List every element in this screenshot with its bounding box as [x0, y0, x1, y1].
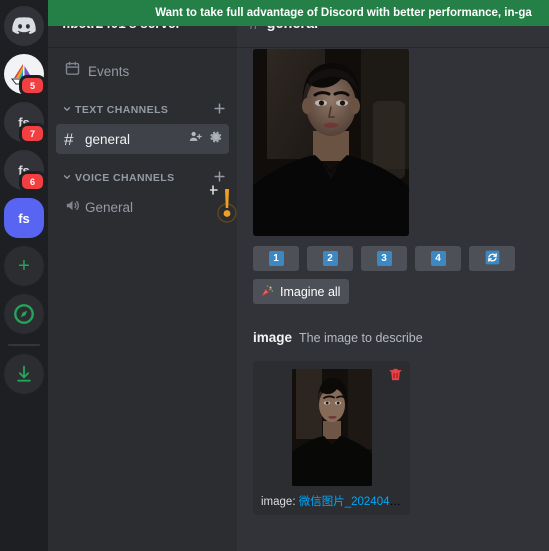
category-voice-channels[interactable]: VOICE CHANNELS [48, 155, 237, 191]
category-left: VOICE CHANNELS [62, 172, 175, 184]
discord-window: 5 fs 7 fs 6 fs + Events TEXT CHANNELS # … [0, 0, 549, 551]
download-icon[interactable] [4, 354, 44, 394]
generated-image[interactable] [253, 49, 409, 236]
channel-list: Events TEXT CHANNELS # general VOICE CHA… [48, 47, 237, 551]
message-list: 1 2 3 4 Imagine all image The image to d… [237, 47, 549, 551]
plus-glyph [214, 171, 225, 182]
number-one-emoji: 1 [268, 251, 284, 266]
person-add-glyph [189, 131, 202, 141]
command-option-description: The image to describe [299, 331, 423, 345]
refresh-icon [485, 250, 500, 267]
category-label: VOICE CHANNELS [75, 172, 175, 184]
variation-button-3[interactable]: 3 [361, 246, 407, 271]
channel-name: general [85, 131, 131, 147]
gear-glyph [210, 131, 222, 142]
party-popper-glyph [261, 284, 274, 296]
discord-logo-glyph [12, 17, 36, 35]
server-rail: 5 fs 7 fs 6 fs + [0, 0, 48, 551]
number-three-emoji: 3 [376, 251, 392, 266]
explore-servers-button[interactable] [4, 294, 44, 334]
number-two-emoji: 2 [322, 251, 338, 266]
plus-glyph [214, 103, 225, 114]
server-icon-fs-2[interactable]: fs 6 [4, 150, 46, 192]
category-label: TEXT CHANNELS [75, 104, 169, 116]
hash-icon: # [64, 129, 74, 149]
compass-glyph [14, 304, 34, 324]
server-icon-discord-home[interactable] [4, 6, 44, 46]
speaker-glyph [66, 200, 79, 211]
category-left: TEXT CHANNELS [62, 104, 168, 116]
invite-members-icon[interactable] [188, 129, 203, 149]
variation-button-1[interactable]: 1 [253, 246, 299, 271]
variation-button-2[interactable]: 2 [307, 246, 353, 271]
compass-icon[interactable] [4, 294, 44, 334]
imagine-all-label: Imagine all [280, 284, 341, 299]
sidebar-item-events[interactable]: Events [56, 56, 229, 86]
number-four-emoji: 4 [430, 251, 446, 266]
plus-icon[interactable]: + [4, 246, 44, 286]
chevron-down-icon [62, 104, 72, 116]
download-app-banner[interactable]: Want to take full advantage of Discord w… [48, 0, 549, 26]
calendar-glyph [65, 61, 80, 75]
command-option-row: image The image to describe [237, 326, 533, 349]
main-chat-area: # general [237, 0, 549, 551]
sidebar-item-general-text[interactable]: # general [56, 124, 229, 154]
attachment-filename-link[interactable]: 微信图片_20240419… [299, 496, 402, 508]
server-icon-fs-3-selected[interactable]: fs [4, 198, 44, 238]
chevron-down-icon [62, 172, 72, 184]
calendar-icon [64, 60, 81, 82]
attachment-thumbnail[interactable] [291, 369, 372, 486]
attachment-portrait [291, 369, 372, 486]
command-option-name: image [253, 330, 293, 345]
unread-badge: 6 [19, 171, 46, 192]
party-popper-icon [260, 284, 274, 300]
attachment-prefix: image: [261, 496, 299, 508]
sidebar-item-label: Events [88, 63, 130, 79]
sidebar-item-general-voice[interactable]: General [56, 192, 229, 222]
server-icon-fs-1[interactable]: fs 7 [4, 102, 46, 144]
regenerate-button[interactable] [469, 246, 515, 271]
banner-text: Want to take full advantage of Discord w… [155, 7, 532, 19]
imagine-all-button[interactable]: Imagine all [253, 279, 350, 304]
channel-sidebar: flbctr2401's server Events [48, 0, 237, 551]
create-channel-icon[interactable] [212, 101, 227, 119]
delete-attachment-icon[interactable] [388, 367, 403, 382]
channel-actions [188, 129, 223, 149]
download-glyph [17, 365, 31, 382]
generated-image-wrap [253, 49, 533, 236]
discord-logo-icon[interactable] [4, 6, 44, 46]
trash-glyph [389, 368, 402, 381]
unread-badge: 7 [19, 123, 46, 144]
rail-divider [8, 344, 40, 346]
create-channel-icon[interactable] [212, 169, 227, 187]
download-apps-button[interactable] [4, 354, 44, 394]
refresh-glyph [485, 250, 499, 265]
channel-name: General [85, 199, 134, 215]
server-icon-sailboat[interactable]: 5 [4, 54, 46, 96]
attachment-card: image: 微信图片_20240419… [253, 361, 410, 515]
image-action-buttons: 1 2 3 4 [253, 246, 533, 271]
add-server-button[interactable]: + [4, 246, 44, 286]
portrait-photo [253, 49, 409, 236]
server-avatar-text[interactable]: fs [4, 198, 44, 238]
unread-badge: 5 [19, 75, 46, 96]
channel-settings-icon[interactable] [209, 130, 223, 149]
speaker-icon [64, 197, 80, 217]
attachment-filename-row: image: 微信图片_20240419… [261, 493, 402, 509]
variation-button-4[interactable]: 4 [415, 246, 461, 271]
chevron-down-glyph [63, 107, 71, 111]
category-text-channels[interactable]: TEXT CHANNELS [48, 87, 237, 123]
chevron-down-glyph [63, 175, 71, 179]
